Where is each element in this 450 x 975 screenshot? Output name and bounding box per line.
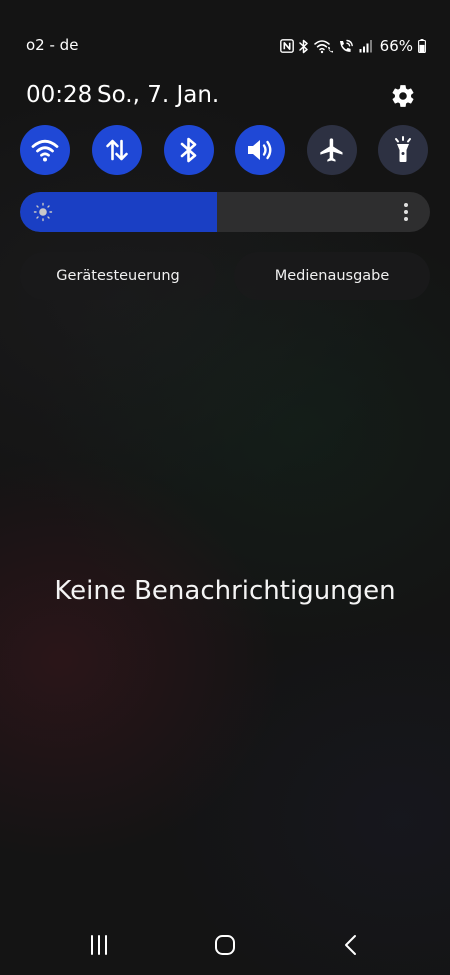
wifi-toggle[interactable] [20, 125, 70, 175]
nfc-icon [279, 39, 294, 53]
device-control-button[interactable]: Gerätesteuerung [20, 252, 216, 300]
volte-call-icon [338, 39, 354, 54]
bluetooth-toggle[interactable] [164, 125, 214, 175]
signal-icon [359, 39, 373, 53]
gear-icon [390, 85, 416, 113]
status-bar: o2 - de 66% [0, 0, 450, 80]
recents-button[interactable] [84, 934, 114, 960]
bluetooth-icon [298, 39, 309, 54]
mobile-data-icon [104, 137, 130, 163]
media-output-button[interactable]: Medienausgabe [234, 252, 430, 300]
sound-toggle[interactable] [235, 125, 285, 175]
carrier-name: o2 - de [26, 36, 79, 54]
home-icon [214, 934, 236, 960]
battery-icon [418, 39, 426, 53]
navigation-bar [0, 918, 450, 975]
no-notifications-text: Keine Benachrichtigungen [54, 576, 396, 606]
back-button[interactable] [336, 934, 366, 960]
sound-icon [245, 137, 275, 163]
brightness-icon [33, 202, 53, 222]
media-output-label: Medienausgabe [274, 268, 390, 284]
bluetooth-icon [179, 136, 199, 164]
quick-settings-toggles [20, 125, 430, 175]
device-control-label: Gerätesteuerung [56, 268, 180, 284]
clock: 00:28 [26, 82, 93, 108]
shade-header: 00:28 So., 7. Jan. [26, 80, 426, 114]
wifi-calling-icon [313, 39, 333, 54]
status-icons: 66% [279, 36, 426, 56]
flashlight-toggle[interactable] [378, 125, 428, 175]
airplane-mode-toggle[interactable] [307, 125, 357, 175]
back-icon [340, 934, 362, 960]
wifi-icon [30, 137, 60, 163]
mobile-data-toggle[interactable] [92, 125, 142, 175]
battery-percent: 66% [379, 37, 413, 55]
airplane-icon [318, 136, 346, 164]
settings-button[interactable] [390, 83, 416, 109]
home-button[interactable] [210, 934, 240, 960]
date: So., 7. Jan. [97, 82, 220, 108]
more-vertical-icon[interactable] [398, 202, 414, 222]
brightness-slider[interactable] [20, 192, 430, 232]
recents-icon [88, 934, 110, 960]
notification-shade: { "status_bar": { "carrier": "o2 - de", … [0, 0, 450, 975]
flashlight-icon [391, 136, 415, 164]
